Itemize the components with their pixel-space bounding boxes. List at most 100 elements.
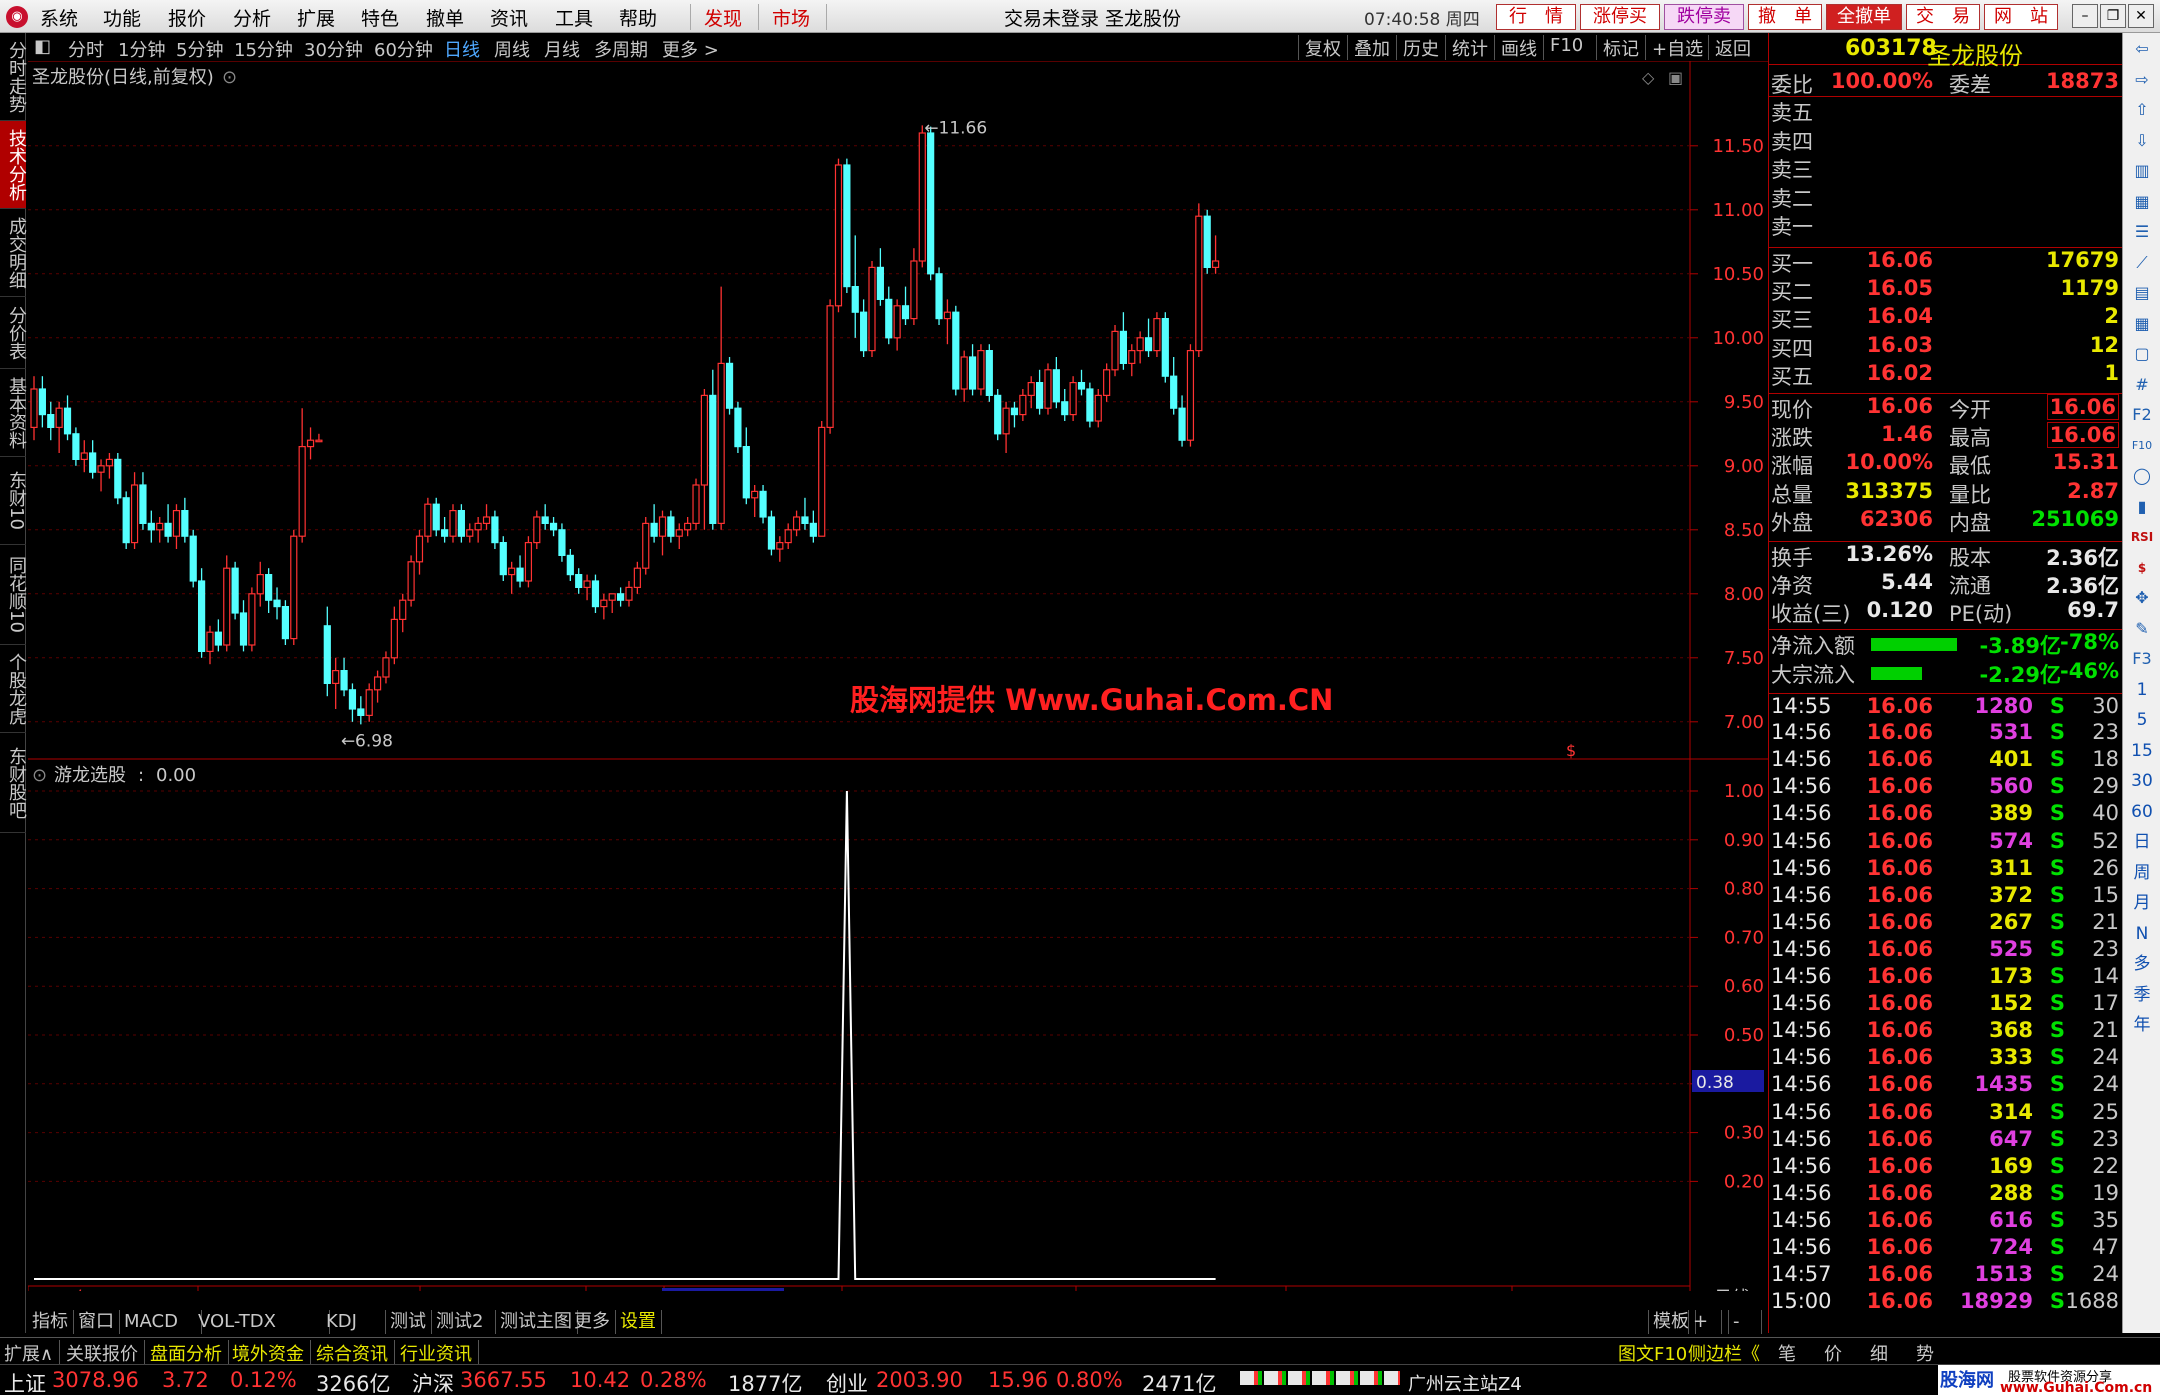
f2-icon[interactable]: F2 bbox=[2130, 403, 2154, 427]
indicator-tab[interactable]: 指标 bbox=[28, 1310, 74, 1334]
menu-system[interactable]: 系统 bbox=[40, 4, 78, 31]
chart-panel[interactable]: 圣龙股份(日线,前复权) ⊙ ◇ ▣ 11.5011.0010.5010.009… bbox=[28, 61, 1768, 1291]
mark-button[interactable]: 标记 bbox=[1596, 35, 1639, 60]
cancel-all-button[interactable]: 全撤单 bbox=[1826, 4, 1902, 30]
template-button[interactable]: - bbox=[1728, 1310, 1762, 1334]
adjust-button[interactable]: 复权 bbox=[1298, 35, 1341, 60]
indicator-tab[interactable]: 测试主图 bbox=[496, 1310, 578, 1334]
period-shortcut[interactable]: 5 bbox=[2130, 708, 2154, 732]
period-30min[interactable]: 30分钟 bbox=[304, 36, 363, 62]
period-shortcut[interactable]: 1 bbox=[2130, 678, 2154, 702]
indicator-tab[interactable]: 更多 bbox=[570, 1310, 616, 1334]
status-tab[interactable]: 扩展∧ bbox=[4, 1340, 61, 1366]
menu-feature[interactable]: 特色 bbox=[361, 4, 399, 31]
tab-trade-details[interactable]: 成交明细 bbox=[0, 209, 27, 297]
period-15min[interactable]: 15分钟 bbox=[234, 36, 293, 62]
quote-sub-tab[interactable]: 细 bbox=[1870, 1340, 1888, 1366]
chart-icon[interactable]: ▥ bbox=[2130, 159, 2154, 183]
menu-help[interactable]: 帮助 bbox=[619, 4, 657, 31]
draw-button[interactable]: 画线 bbox=[1494, 35, 1537, 60]
period-shortcut[interactable]: N bbox=[2130, 922, 2154, 946]
server-name[interactable]: 广州云主站Z4 bbox=[1408, 1370, 1522, 1395]
menu-analysis[interactable]: 分析 bbox=[233, 4, 271, 31]
status-tab[interactable]: 综合资讯 bbox=[316, 1340, 395, 1366]
indicator-tab[interactable]: 窗口 bbox=[74, 1310, 120, 1334]
quote-button[interactable]: 行 情 bbox=[1496, 4, 1576, 30]
circle-icon[interactable]: ◯ bbox=[2130, 464, 2154, 488]
cy-index[interactable]: 2003.90 bbox=[876, 1368, 963, 1392]
tab-ths-10[interactable]: 同花顺10 bbox=[0, 545, 27, 645]
period-shortcut[interactable]: 15 bbox=[2130, 739, 2154, 763]
tab-dragon-tiger[interactable]: 个股龙虎 bbox=[0, 645, 27, 733]
status-tab[interactable]: 关联报价 bbox=[66, 1340, 145, 1366]
stats-button[interactable]: 统计 bbox=[1445, 35, 1488, 60]
tab-eastmoney-10[interactable]: 东财10 bbox=[0, 457, 27, 545]
close-icon[interactable]: ✕ bbox=[2128, 4, 2154, 28]
dollar-icon[interactable]: $ bbox=[2130, 556, 2154, 580]
menu-cancel-order[interactable]: 撤单 bbox=[426, 4, 464, 31]
period-shortcut[interactable]: 30 bbox=[2130, 769, 2154, 793]
doc-icon[interactable]: ▤ bbox=[2130, 281, 2154, 305]
restore-icon[interactable]: ❐ bbox=[2100, 4, 2126, 28]
period-shortcut[interactable]: 60 bbox=[2130, 800, 2154, 824]
tab-stock-forum[interactable]: 东财股吧 bbox=[0, 733, 27, 833]
overlay-button[interactable]: 叠加 bbox=[1347, 35, 1390, 60]
menu-quote[interactable]: 报价 bbox=[168, 4, 206, 31]
add-watchlist-button[interactable]: +自选 bbox=[1645, 35, 1703, 60]
period-intraday[interactable]: 分时 bbox=[68, 36, 104, 62]
diamond-icon[interactable]: ◇ bbox=[1642, 68, 1655, 87]
indicator-tab[interactable]: 测试 bbox=[386, 1310, 432, 1334]
table-icon[interactable]: ▦ bbox=[2130, 190, 2154, 214]
f3-icon[interactable]: F3 bbox=[2130, 647, 2154, 671]
status-tab[interactable]: 境外资金 bbox=[232, 1340, 311, 1366]
website-button[interactable]: 网 站 bbox=[1984, 4, 2058, 30]
dividend-marker-icon[interactable]: $ bbox=[1566, 741, 1576, 760]
window-toggle-icon[interactable]: ▣ bbox=[1668, 68, 1683, 87]
period-shortcut[interactable]: 月 bbox=[2130, 891, 2154, 915]
trade-button[interactable]: 交 易 bbox=[1906, 4, 1980, 30]
history-button[interactable]: 历史 bbox=[1396, 35, 1439, 60]
quote-sub-tab[interactable]: 价 bbox=[1824, 1340, 1842, 1366]
arrow-right-icon[interactable]: ⇨ bbox=[2130, 68, 2154, 92]
limit-up-buy-button[interactable]: 涨停买 bbox=[1580, 4, 1660, 30]
chart-options-icon[interactable]: ⊙ bbox=[222, 67, 237, 88]
f10-icon[interactable]: F10 bbox=[2130, 434, 2154, 458]
arrow-down-icon[interactable]: ⇩ bbox=[2130, 129, 2154, 153]
cancel-order-button[interactable]: 撤 单 bbox=[1748, 4, 1822, 30]
grid-icon[interactable]: ▦ bbox=[2130, 312, 2154, 336]
status-tab[interactable]: 行业资讯 bbox=[400, 1340, 479, 1366]
menu-discover[interactable]: 发现 bbox=[704, 4, 742, 31]
rsi-icon[interactable]: RSI bbox=[2130, 525, 2154, 549]
menu-function[interactable]: 功能 bbox=[103, 4, 141, 31]
indicator-tab[interactable]: 设置 bbox=[616, 1310, 662, 1334]
indicator-tab[interactable]: VOL-TDX bbox=[194, 1310, 330, 1334]
indicator-tab[interactable]: 测试2 bbox=[432, 1310, 496, 1334]
tab-basic-info[interactable]: 基本资料 bbox=[0, 369, 27, 457]
period-shortcut[interactable]: 年 bbox=[2130, 1013, 2154, 1037]
indicator-options-icon[interactable]: ⊙ bbox=[32, 765, 47, 786]
menu-news[interactable]: 资讯 bbox=[490, 4, 528, 31]
status-tab[interactable]: 盘面分析 bbox=[150, 1340, 229, 1366]
page-icon[interactable]: ▢ bbox=[2130, 342, 2154, 366]
f10-button[interactable]: F10 bbox=[1543, 35, 1583, 60]
period-monthly[interactable]: 月线 bbox=[544, 36, 580, 62]
minimize-icon[interactable]: – bbox=[2072, 4, 2098, 28]
period-daily[interactable]: 日线 bbox=[444, 36, 480, 62]
indicator-tab[interactable]: KDJ bbox=[322, 1310, 386, 1334]
period-shortcut[interactable]: 季 bbox=[2130, 983, 2154, 1007]
sh-index[interactable]: 3078.96 bbox=[52, 1368, 139, 1392]
status-right-tab[interactable]: 侧边栏《 bbox=[1688, 1340, 1760, 1366]
period-60min[interactable]: 60分钟 bbox=[374, 36, 433, 62]
trend-icon[interactable]: ⟋ bbox=[2130, 251, 2154, 275]
quote-sub-tab[interactable]: 笔 bbox=[1778, 1340, 1796, 1366]
period-weekly[interactable]: 周线 bbox=[494, 36, 530, 62]
status-right-tab[interactable]: 图文F10 bbox=[1618, 1340, 1687, 1366]
back-button[interactable]: 返回 bbox=[1708, 35, 1751, 60]
tab-technical-analysis[interactable]: 技术分析 bbox=[0, 121, 27, 209]
period-multi[interactable]: 多周期 bbox=[594, 36, 648, 62]
move-icon[interactable]: ✥ bbox=[2130, 586, 2154, 610]
template-button[interactable]: + bbox=[1688, 1310, 1722, 1334]
pen-icon[interactable]: ✎ bbox=[2130, 617, 2154, 641]
tab-intraday[interactable]: 分时走势 bbox=[0, 33, 27, 121]
period-1min[interactable]: 1分钟 bbox=[118, 36, 165, 62]
